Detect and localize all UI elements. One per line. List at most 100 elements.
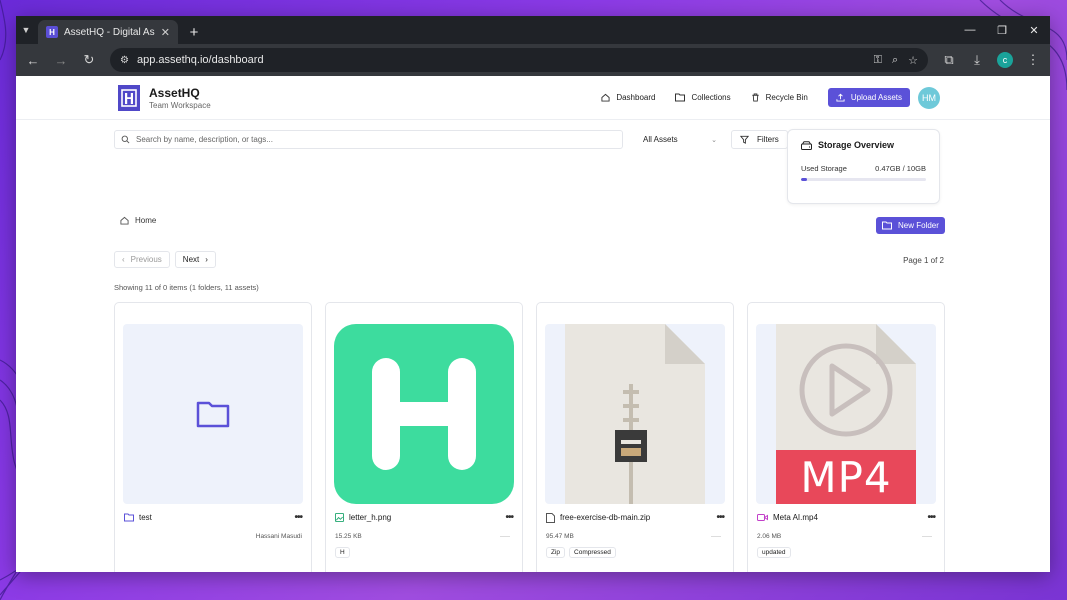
bookmark-star-icon[interactable]: ☆ bbox=[908, 54, 918, 67]
home-icon bbox=[601, 93, 610, 102]
letter-h-image bbox=[334, 324, 514, 504]
tag[interactable]: Zip bbox=[546, 547, 566, 558]
image-thumbnail bbox=[334, 324, 514, 504]
zoom-icon[interactable]: ⌕ bbox=[892, 54, 898, 67]
chevron-left-icon: ‹ bbox=[122, 255, 125, 264]
asset-name: letter_h.png bbox=[349, 513, 392, 522]
tag[interactable]: updated bbox=[757, 547, 791, 558]
tab-title: AssetHQ - Digital Asset Manage bbox=[64, 26, 155, 38]
site-settings-icon[interactable]: ⚙ bbox=[120, 55, 129, 66]
image-file-icon bbox=[335, 513, 344, 522]
forward-icon[interactable]: → bbox=[48, 47, 74, 73]
tab-search-icon[interactable]: ▼ bbox=[16, 16, 36, 44]
zip-file-icon bbox=[565, 324, 705, 504]
filter-icon bbox=[740, 135, 749, 144]
new-tab-icon[interactable]: + bbox=[182, 20, 206, 44]
profile-button[interactable]: c bbox=[992, 47, 1018, 73]
more-options-icon[interactable]: ••• bbox=[294, 512, 302, 523]
hard-drive-icon bbox=[801, 140, 812, 150]
assethq-favicon-icon: H bbox=[46, 26, 58, 38]
restore-icon[interactable]: ❐ bbox=[986, 16, 1018, 44]
folder-thumbnail bbox=[123, 324, 303, 504]
tab-close-icon[interactable]: ✕ bbox=[161, 26, 170, 39]
asset-tags: H bbox=[335, 547, 350, 558]
browser-menu-icon[interactable]: ⋮ bbox=[1020, 47, 1046, 73]
browser-tabbar: ▼ H AssetHQ - Digital Asset Manage ✕ + —… bbox=[16, 16, 1050, 44]
folder-icon bbox=[124, 513, 134, 522]
workspace-name: Team Workspace bbox=[149, 100, 211, 110]
filters-label: Filters bbox=[757, 135, 779, 144]
divider bbox=[500, 536, 510, 537]
upload-assets-button[interactable]: Upload Assets bbox=[827, 88, 910, 107]
nav-dashboard[interactable]: Dashboard bbox=[601, 93, 655, 102]
next-page-button[interactable]: Next › bbox=[174, 251, 216, 268]
user-avatar[interactable]: HM bbox=[918, 86, 940, 109]
window-controls: — ❐ ✕ bbox=[954, 16, 1050, 44]
chevron-right-icon: › bbox=[205, 255, 208, 264]
reload-icon[interactable]: ↻ bbox=[76, 47, 102, 73]
new-folder-button[interactable]: New Folder bbox=[876, 217, 945, 234]
asset-card[interactable]: MP4 Meta AI.mp4 ••• 2.06 MB updated bbox=[747, 302, 945, 572]
more-options-icon[interactable]: ••• bbox=[927, 512, 935, 523]
tag[interactable]: Compressed bbox=[569, 547, 616, 558]
pagination: ‹ Previous Next › bbox=[114, 251, 216, 268]
storage-progress-fill bbox=[801, 178, 807, 181]
mp4-badge-text: MP4 bbox=[800, 452, 892, 502]
new-folder-label: New Folder bbox=[898, 221, 939, 230]
filters-button[interactable]: Filters bbox=[731, 130, 788, 149]
asset-card[interactable]: letter_h.png ••• 15.25 KB H bbox=[325, 302, 523, 572]
nav-recycle-bin[interactable]: Recycle Bin bbox=[751, 93, 808, 102]
search-row: Search by name, description, or tags... … bbox=[114, 130, 788, 149]
items-count-text: Showing 11 of 0 items (1 folders, 11 ass… bbox=[114, 283, 259, 292]
asset-tags: Zip Compressed bbox=[546, 547, 616, 558]
asset-owner: Hassani Masudi bbox=[255, 533, 302, 540]
password-key-icon[interactable]: ⚿ bbox=[874, 54, 882, 67]
asset-grid: test ••• Hassani Masudi letter_h.png •••… bbox=[114, 302, 945, 572]
chevron-down-icon: ⌄ bbox=[711, 136, 717, 144]
document-icon bbox=[546, 512, 555, 523]
browser-tab[interactable]: H AssetHQ - Digital Asset Manage ✕ bbox=[38, 20, 178, 44]
profile-avatar: c bbox=[997, 52, 1013, 68]
previous-page-button[interactable]: ‹ Previous bbox=[114, 251, 170, 268]
storage-progress-bar bbox=[801, 178, 926, 181]
next-label: Next bbox=[182, 255, 200, 264]
breadcrumb: Home bbox=[120, 216, 156, 225]
more-options-icon[interactable]: ••• bbox=[716, 512, 724, 523]
zip-thumbnail bbox=[545, 324, 725, 504]
used-storage-label: Used Storage bbox=[801, 164, 847, 173]
folder-plus-icon bbox=[882, 221, 892, 230]
more-options-icon[interactable]: ••• bbox=[505, 512, 513, 523]
nav-collections-label: Collections bbox=[691, 93, 731, 102]
page-info: Page 1 of 2 bbox=[903, 256, 944, 265]
breadcrumb-home[interactable]: Home bbox=[135, 216, 156, 225]
brand-name: AssetHQ bbox=[149, 85, 200, 100]
search-input[interactable]: Search by name, description, or tags... bbox=[114, 130, 623, 149]
asset-type-select[interactable]: All Assets ⌄ bbox=[629, 130, 725, 149]
asset-size: 95.47 MB bbox=[546, 533, 574, 540]
minimize-icon[interactable]: — bbox=[954, 16, 986, 44]
url-text[interactable]: app.assethq.io/dashboard bbox=[137, 54, 866, 66]
folder-icon bbox=[196, 401, 230, 428]
previous-label: Previous bbox=[130, 255, 162, 264]
back-icon[interactable]: ← bbox=[20, 47, 46, 73]
tag[interactable]: H bbox=[335, 547, 350, 558]
divider bbox=[922, 536, 932, 537]
address-bar[interactable]: ⚙ app.assethq.io/dashboard ⚿ ⌕ ☆ bbox=[110, 48, 928, 72]
nav-recycle-bin-label: Recycle Bin bbox=[765, 93, 808, 102]
asset-card[interactable]: free-exercise-db-main.zip ••• 95.47 MB Z… bbox=[536, 302, 734, 572]
browser-window: ▼ H AssetHQ - Digital Asset Manage ✕ + —… bbox=[16, 16, 1050, 572]
asset-name: test bbox=[139, 513, 152, 522]
asset-card[interactable]: test ••• Hassani Masudi bbox=[114, 302, 312, 572]
extensions-icon[interactable]: ⧉ bbox=[936, 47, 962, 73]
video-icon bbox=[757, 514, 768, 521]
asset-name: Meta AI.mp4 bbox=[773, 513, 818, 522]
folder-open-icon bbox=[675, 93, 686, 102]
video-thumbnail: MP4 bbox=[756, 324, 936, 504]
asset-name: free-exercise-db-main.zip bbox=[560, 513, 651, 522]
nav-collections[interactable]: Collections bbox=[675, 93, 731, 102]
trash-icon bbox=[751, 93, 759, 102]
asset-type-select-value: All Assets bbox=[643, 135, 678, 144]
assethq-logo-icon[interactable] bbox=[118, 84, 140, 111]
downloads-icon[interactable]: ⤓ bbox=[964, 47, 990, 73]
close-window-icon[interactable]: ✕ bbox=[1018, 16, 1050, 44]
